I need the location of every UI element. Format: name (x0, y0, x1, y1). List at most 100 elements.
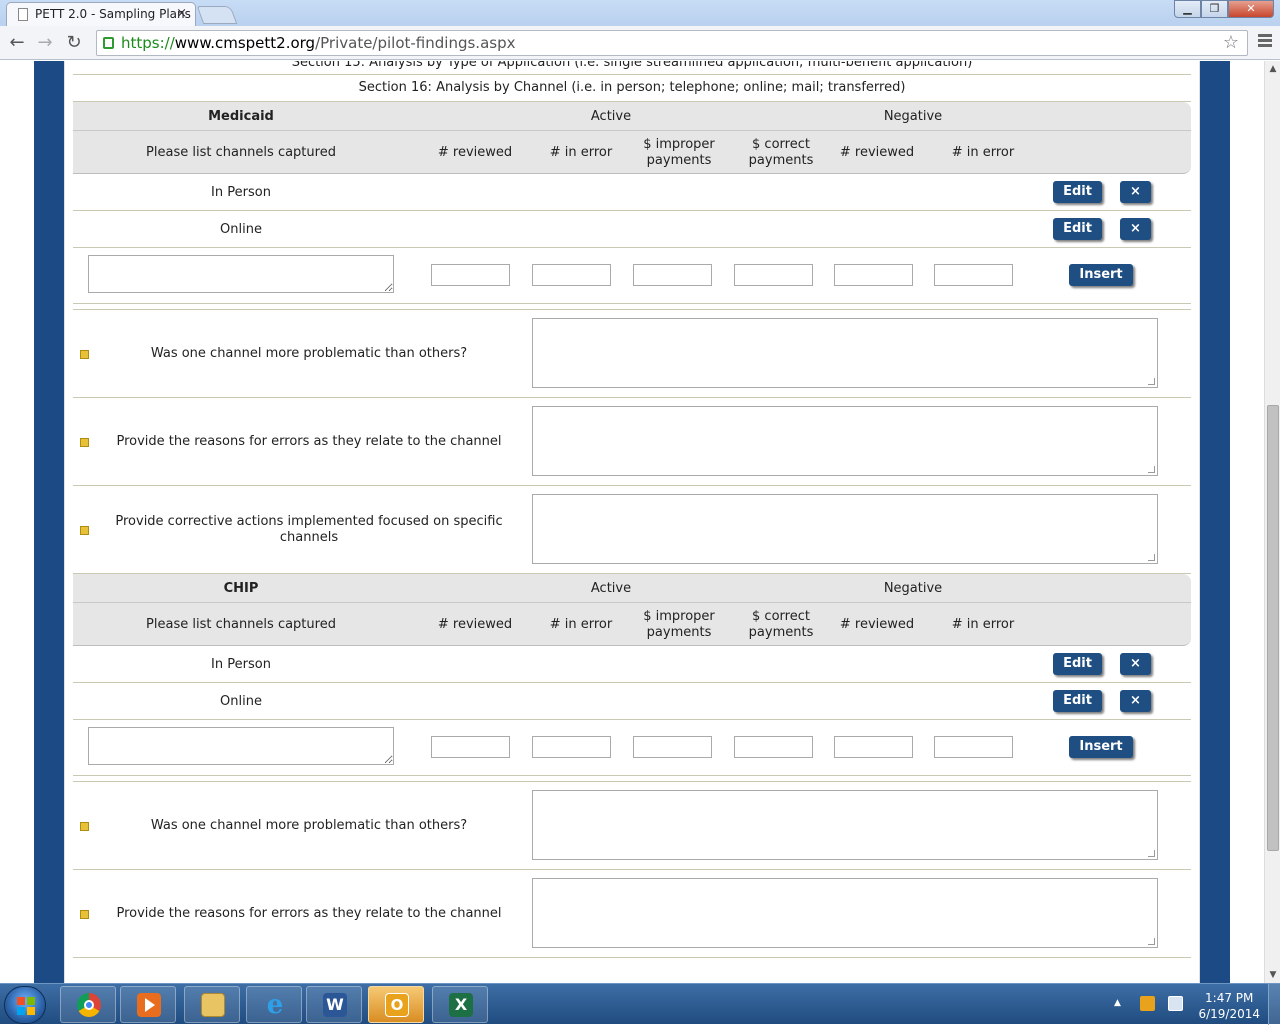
new-channel-value-1[interactable] (532, 736, 611, 758)
new-tab-button[interactable] (196, 6, 238, 24)
scroll-down-arrow-icon[interactable]: ▼ (1265, 967, 1280, 983)
question-row: Was one channel more problematic than ot… (73, 310, 1191, 398)
new-channel-value-5[interactable] (934, 736, 1013, 758)
channel-name: Online (220, 222, 262, 237)
internet-explorer-icon[interactable]: e (246, 986, 302, 1023)
show-desktop-button[interactable] (1268, 984, 1280, 1025)
start-button[interactable] (4, 986, 46, 1024)
outlook-tray-icon[interactable] (1140, 996, 1155, 1011)
question-row: Provide the reasons for errors as they r… (73, 870, 1191, 958)
lock-icon (103, 37, 114, 49)
improper-payments-header: $ improper payments (643, 609, 715, 640)
right-page-border (1200, 61, 1230, 983)
question-label: Provide the reasons for errors as they r… (116, 434, 502, 449)
outlook-icon[interactable]: O (368, 986, 424, 1023)
url-host: www.cmspett2.org (174, 34, 316, 52)
channel-row: In Person Edit × (73, 646, 1191, 683)
page-icon (18, 8, 28, 21)
minimize-button[interactable]: ▁ (1174, 0, 1201, 18)
reload-icon[interactable]: ↻ (63, 32, 85, 54)
delete-icon[interactable]: × (1120, 690, 1151, 712)
active-reviewed-header: # reviewed (437, 617, 513, 632)
active-in-error-header: # in error (549, 617, 613, 632)
active-header: Active (590, 109, 632, 124)
channels-column-header: Please list channels captured (146, 145, 336, 160)
delete-icon[interactable]: × (1120, 181, 1151, 203)
new-channel-value-1[interactable] (532, 264, 611, 286)
resize-grip-icon[interactable] (1148, 938, 1155, 945)
chrome-icon[interactable] (60, 986, 116, 1023)
url-scheme: https:// (121, 34, 175, 52)
section15-heading: Section 15: Analysis by Type of Applicat… (73, 61, 1191, 75)
new-channel-value-2[interactable] (633, 736, 712, 758)
browser-tab[interactable]: PETT 2.0 - Sampling Plans × (6, 2, 196, 26)
resize-grip-icon[interactable] (1148, 378, 1155, 385)
window-controls: ▁ ❐ ✕ (1174, 0, 1274, 18)
vertical-scrollbar[interactable]: ▲ ▼ (1264, 61, 1280, 983)
new-channel-input[interactable] (88, 255, 394, 293)
question-answer-input[interactable] (532, 318, 1158, 388)
new-channel-value-0[interactable] (431, 264, 510, 286)
new-channel-value-3[interactable] (734, 264, 813, 286)
browser-titlebar: PETT 2.0 - Sampling Plans × ▁ ❐ ✕ (0, 0, 1280, 26)
edit-button[interactable]: Edit (1053, 653, 1102, 675)
required-bullet-icon (80, 350, 89, 359)
column-header-row: Please list channels captured # reviewed #… (73, 131, 1191, 174)
maximize-button[interactable]: ❐ (1201, 0, 1228, 18)
new-channel-value-5[interactable] (934, 264, 1013, 286)
windows-taskbar: e W O X ▲ 1:47 PM 6/19/2014 (0, 983, 1280, 1025)
edit-button[interactable]: Edit (1053, 181, 1102, 203)
channel-name: In Person (211, 657, 271, 672)
forward-arrow-icon[interactable]: → (34, 32, 56, 54)
delete-icon[interactable]: × (1120, 218, 1151, 240)
file-explorer-icon[interactable] (184, 986, 240, 1023)
question-answer-input[interactable] (532, 790, 1158, 860)
new-channel-value-2[interactable] (633, 264, 712, 286)
new-channel-value-4[interactable] (834, 736, 913, 758)
required-bullet-icon (80, 910, 89, 919)
new-channel-value-3[interactable] (734, 736, 813, 758)
tab-close-icon[interactable]: × (176, 6, 187, 21)
question-label: Provide the reasons for errors as they r… (116, 906, 502, 921)
insert-button[interactable]: Insert (1069, 736, 1133, 758)
new-channel-value-0[interactable] (431, 736, 510, 758)
network-icon[interactable] (1168, 996, 1183, 1011)
channel-row: Online Edit × (73, 211, 1191, 248)
show-hidden-icons-icon[interactable]: ▲ (1114, 998, 1121, 1008)
question-answer-input[interactable] (532, 878, 1158, 948)
active-in-error-header: # in error (549, 145, 613, 160)
correct-payments-header: $ correct payments (748, 609, 814, 640)
improper-payments-header: $ improper payments (643, 137, 715, 168)
scroll-up-arrow-icon[interactable]: ▲ (1265, 61, 1280, 77)
excel-icon[interactable]: X (432, 986, 488, 1023)
question-label: Provide corrective actions implemented f… (115, 514, 503, 545)
negative-reviewed-header: # reviewed (839, 617, 915, 632)
back-arrow-icon[interactable]: ← (6, 32, 28, 54)
active-header: Active (590, 581, 632, 596)
word-icon[interactable]: W (306, 986, 362, 1023)
delete-icon[interactable]: × (1120, 653, 1151, 675)
question-answer-input[interactable] (532, 406, 1158, 476)
question-label: Was one channel more problematic than ot… (150, 346, 468, 361)
resize-grip-icon[interactable] (1148, 554, 1155, 561)
tab-title: PETT 2.0 - Sampling Plans (35, 7, 191, 21)
new-channel-input[interactable] (88, 727, 394, 765)
windows-logo-icon (17, 997, 35, 1015)
negative-header: Negative (883, 581, 943, 596)
question-answer-input[interactable] (532, 494, 1158, 564)
resize-grip-icon[interactable] (1148, 850, 1155, 857)
scrollbar-thumb[interactable] (1267, 405, 1279, 851)
address-bar[interactable]: https://www.cmspett2.org/Private/pilot-f… (96, 30, 1248, 56)
new-channel-value-4[interactable] (834, 264, 913, 286)
resize-grip-icon[interactable] (1148, 466, 1155, 473)
edit-button[interactable]: Edit (1053, 690, 1102, 712)
close-window-button[interactable]: ✕ (1228, 0, 1274, 18)
media-player-icon[interactable] (120, 986, 176, 1023)
section16-heading: Section 16: Analysis by Channel (i.e. in… (73, 75, 1191, 102)
browser-menu-icon[interactable] (1258, 34, 1272, 49)
system-clock[interactable]: 1:47 PM 6/19/2014 (1198, 990, 1260, 1022)
bookmark-star-icon[interactable]: ☆ (1223, 32, 1239, 53)
insert-button[interactable]: Insert (1069, 264, 1133, 286)
new-channel-row: Insert (73, 720, 1191, 776)
edit-button[interactable]: Edit (1053, 218, 1102, 240)
